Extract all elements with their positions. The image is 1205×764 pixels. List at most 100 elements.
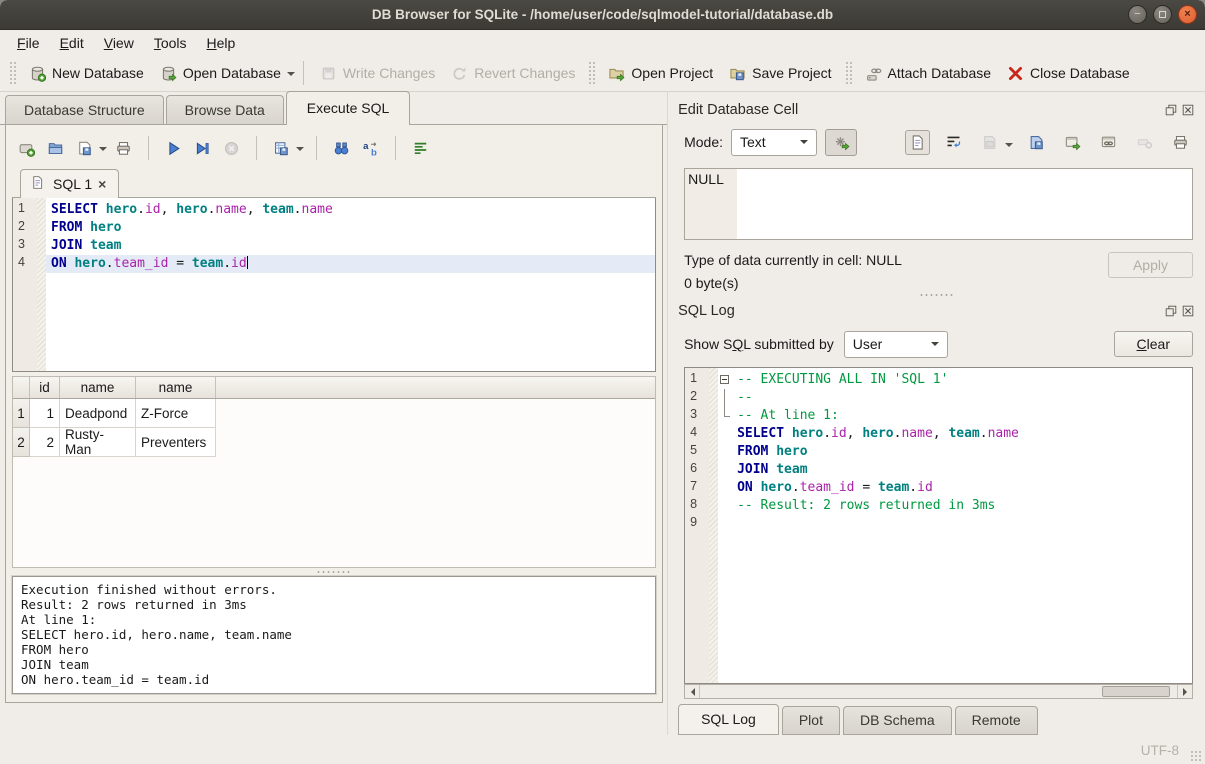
scroll-right-icon[interactable]	[1177, 685, 1192, 698]
word-wrap-button[interactable]	[941, 130, 966, 155]
open-sql-file-button[interactable]	[43, 136, 68, 161]
bottom-tab-remote[interactable]: Remote	[955, 706, 1038, 735]
splitter-handle[interactable]	[12, 568, 656, 576]
code-line: FROM hero	[46, 219, 655, 237]
float-dock-icon[interactable]	[1164, 304, 1178, 318]
open-database-button[interactable]: Open Database	[152, 60, 289, 87]
new-sql-tab-button[interactable]	[14, 136, 39, 161]
table-cell[interactable]: Deadpond	[60, 399, 136, 428]
dropdown-caret-icon[interactable]	[1005, 143, 1013, 151]
dropdown-caret-icon[interactable]	[287, 72, 295, 80]
execute-all-button[interactable]	[161, 136, 186, 161]
line-numbers: 1234	[13, 198, 37, 371]
table-cell[interactable]: Rusty-Man	[60, 428, 136, 457]
column-header-id[interactable]: id	[30, 377, 60, 398]
mode-select[interactable]: Text	[731, 129, 817, 156]
close-database-button[interactable]: Close Database	[999, 60, 1138, 87]
open-project-button[interactable]: Open Project	[600, 60, 721, 87]
format-sql-button[interactable]	[408, 136, 433, 161]
bottom-tab-plot[interactable]: Plot	[782, 706, 840, 735]
sql-file-tab[interactable]: SQL 1 ×	[20, 169, 119, 198]
import-data-button[interactable]	[977, 130, 1002, 155]
row-header[interactable]: 1	[13, 399, 30, 428]
apply-changes-gear-button[interactable]	[825, 129, 857, 156]
copy-link-button[interactable]	[1096, 130, 1121, 155]
table-cell[interactable]: Z-Force	[136, 399, 216, 428]
sql-log-view[interactable]: 123456789-- EXECUTING ALL IN 'SQL 1'----…	[684, 367, 1193, 684]
row-header[interactable]: 2	[13, 428, 30, 457]
minimize-button[interactable]: −	[1128, 5, 1147, 24]
menu-file[interactable]: File	[8, 32, 49, 54]
save-sql-file-button[interactable]	[72, 136, 97, 161]
menu-tools[interactable]: Tools	[145, 32, 196, 54]
line-numbers: 123456789	[685, 368, 709, 683]
tab-browse-data[interactable]: Browse Data	[166, 95, 284, 125]
cell-value-editor[interactable]: NULL	[684, 168, 1193, 240]
code-line: ON hero.team_id = team.id	[46, 255, 655, 273]
stop-execution-button[interactable]	[219, 136, 244, 161]
sql-editor[interactable]: 1234 SELECT hero.id, hero.name, team.name…	[12, 197, 656, 372]
execute-current-line-button[interactable]	[190, 136, 215, 161]
log-horizontal-scrollbar[interactable]	[684, 684, 1193, 699]
bottom-dock-tabs: SQL LogPlotDB SchemaRemote	[678, 699, 1195, 735]
results-grid[interactable]: idnamename11DeadpondZ-Force22Rusty-ManPr…	[12, 376, 656, 568]
clear-log-button[interactable]: Clear	[1114, 331, 1193, 357]
apply-button[interactable]: Apply	[1108, 252, 1193, 278]
title-bar[interactable]: DB Browser for SQLite - /home/user/code/…	[0, 0, 1205, 30]
save-project-button[interactable]: Save Project	[721, 60, 839, 87]
bottom-tab-sql-log[interactable]: SQL Log	[678, 704, 779, 735]
close-button[interactable]: ×	[1178, 5, 1197, 24]
table-cell[interactable]: 1	[30, 399, 60, 428]
open-in-external-button[interactable]	[1060, 130, 1085, 155]
dropdown-caret-icon[interactable]	[296, 147, 304, 155]
column-header-name[interactable]: name	[60, 377, 136, 398]
toolbar-drag-handle[interactable]	[588, 61, 595, 85]
print-cell-button[interactable]	[1168, 130, 1193, 155]
export-data-button[interactable]	[1024, 130, 1049, 155]
table-row[interactable]: 22Rusty-ManPreventers	[13, 428, 655, 457]
gear-icon	[833, 134, 850, 151]
toolbar-separator	[395, 136, 396, 160]
svg-text:b: b	[371, 147, 377, 157]
log-filter-select[interactable]: User	[844, 331, 948, 358]
dropdown-caret-icon[interactable]	[99, 147, 107, 155]
new-sql-tab-icon	[18, 140, 35, 157]
code-line: SELECT hero.id, hero.name, team.name	[46, 201, 655, 219]
toolbar-drag-handle[interactable]	[845, 61, 852, 85]
menu-view[interactable]: View	[95, 32, 143, 54]
splitter-handle[interactable]	[678, 291, 1195, 299]
attach-database-button[interactable]: Attach Database	[857, 60, 1000, 87]
close-dock-icon[interactable]	[1181, 103, 1195, 117]
set-as-null-button[interactable]	[1132, 130, 1157, 155]
scrollbar-thumb[interactable]	[1102, 686, 1170, 697]
tab-database-structure[interactable]: Database Structure	[5, 95, 164, 125]
table-cell[interactable]: Preventers	[136, 428, 216, 457]
find-replace-button[interactable]: ab	[358, 136, 383, 161]
maximize-button[interactable]	[1153, 5, 1172, 24]
code-line: ON hero.team_id = team.id	[732, 479, 1192, 497]
float-dock-icon[interactable]	[1164, 103, 1178, 117]
revert-changes-button[interactable]: Revert Changes	[443, 60, 583, 87]
table-row[interactable]: 11DeadpondZ-Force	[13, 399, 655, 428]
save-results-button[interactable]	[269, 136, 294, 161]
toolbar-drag-handle[interactable]	[9, 61, 16, 85]
menu-help[interactable]: Help	[198, 32, 245, 54]
close-dock-icon[interactable]	[1181, 304, 1195, 318]
mode-label: Mode:	[684, 134, 723, 150]
text-document-button[interactable]	[905, 130, 930, 155]
window-title: DB Browser for SQLite - /home/user/code/…	[372, 7, 833, 22]
write-changes-button[interactable]: Write Changes	[312, 60, 443, 87]
save-results-icon	[273, 140, 290, 157]
resize-grip-icon[interactable]	[1190, 750, 1202, 762]
edit-cell-dock-header: Edit Database Cell	[678, 98, 1195, 122]
column-header-name[interactable]: name	[136, 377, 216, 398]
bottom-tab-db-schema[interactable]: DB Schema	[843, 706, 952, 735]
menu-edit[interactable]: Edit	[51, 32, 93, 54]
tab-execute-sql[interactable]: Execute SQL	[286, 91, 411, 125]
find-button[interactable]	[329, 136, 354, 161]
scroll-left-icon[interactable]	[685, 685, 700, 698]
sql-tab-close-icon[interactable]: ×	[98, 177, 106, 191]
print-sql-button[interactable]	[111, 136, 136, 161]
table-cell[interactable]: 2	[30, 428, 60, 457]
new-database-button[interactable]: New Database	[21, 60, 152, 87]
